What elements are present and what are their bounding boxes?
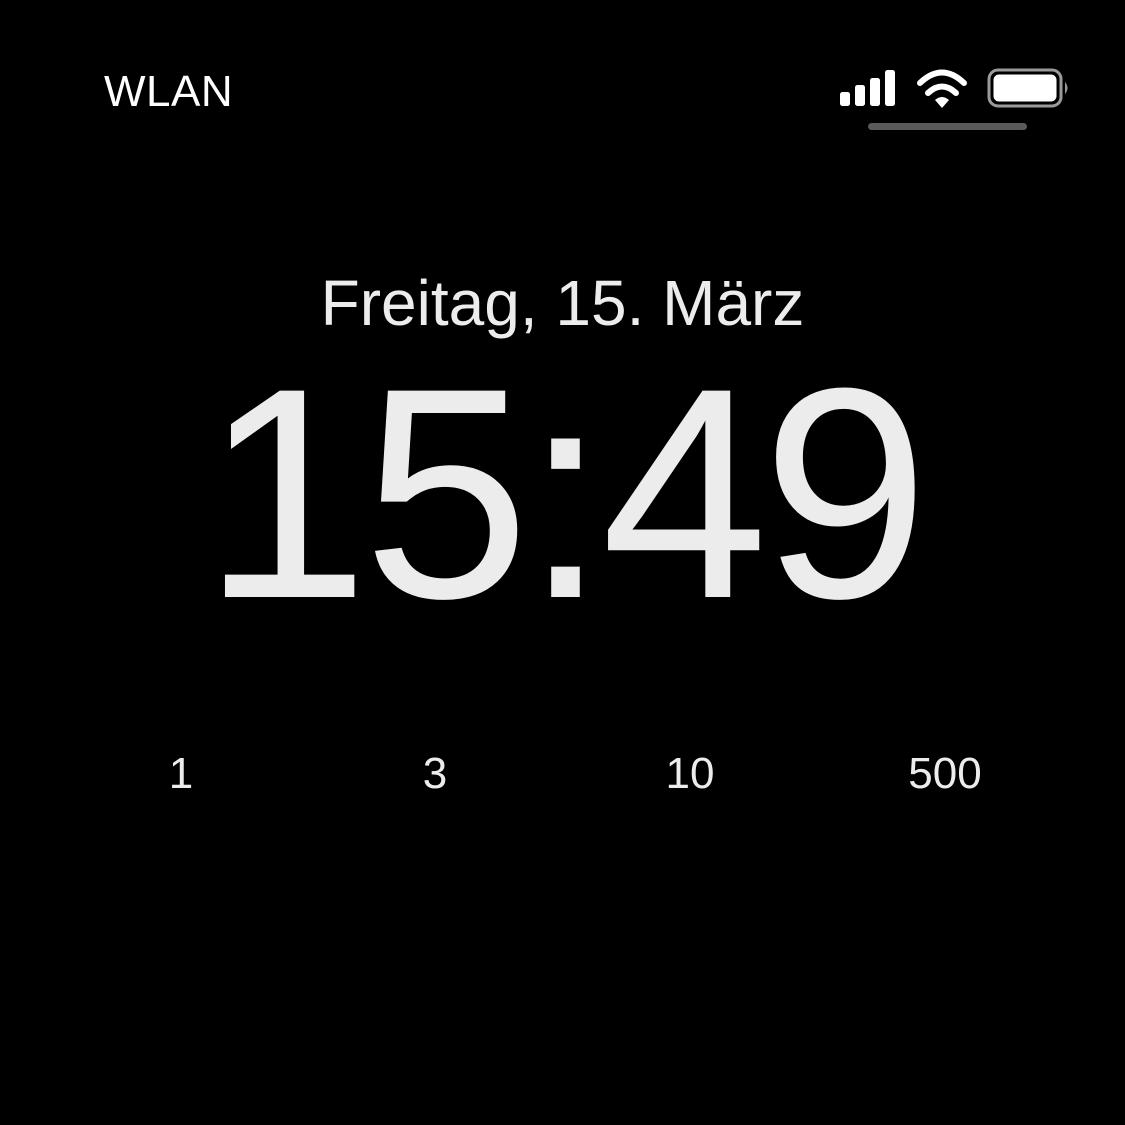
widget-value[interactable]: 10 — [590, 748, 790, 800]
lock-screen-time: 15:49 — [202, 325, 929, 661]
cellular-signal-icon — [840, 70, 895, 106]
status-indicator-bar — [868, 123, 1027, 130]
widget-value[interactable]: 1 — [81, 748, 281, 800]
wifi-icon — [917, 69, 967, 108]
battery-icon — [987, 68, 1068, 108]
widget-row: 1 3 10 500 — [0, 748, 1125, 804]
widget-value[interactable]: 3 — [335, 748, 535, 800]
widget-value[interactable]: 500 — [845, 748, 1045, 800]
carrier-label: WLAN — [104, 67, 234, 116]
status-bar: WLAN — [0, 0, 1125, 140]
